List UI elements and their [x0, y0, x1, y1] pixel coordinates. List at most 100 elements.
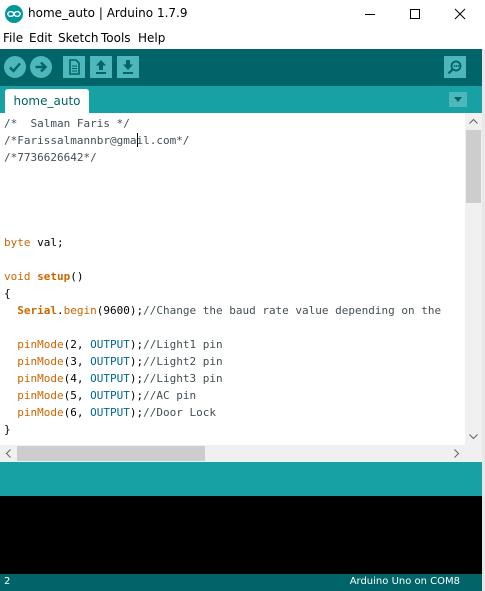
vertical-scroll-thumb[interactable] [466, 130, 481, 203]
code-token: ); [129, 338, 144, 351]
horizontal-scrollbar[interactable] [0, 445, 465, 462]
code-token: pinMode [17, 338, 64, 351]
code-token: void [4, 270, 31, 283]
open-button[interactable] [90, 56, 112, 78]
save-icon [123, 60, 133, 74]
text-cursor [137, 133, 138, 147]
code-token: pinMode [17, 389, 64, 402]
maximize-button[interactable] [392, 0, 438, 28]
code-line: /*7736626642*/ [4, 149, 97, 166]
close-icon [454, 8, 466, 20]
code-line: Serial.begin(9600);//Change the baud rat… [4, 302, 441, 319]
new-button[interactable] [63, 56, 85, 78]
console-output[interactable] [0, 496, 482, 574]
code-token: (2, [63, 338, 91, 351]
code-token: begin [63, 304, 97, 317]
code-token: pinMode [17, 406, 64, 419]
code-token: (3, [63, 355, 91, 368]
menu-edit[interactable]: Edit [29, 31, 52, 45]
title-bar: home_auto | Arduino 1.7.9 [0, 0, 485, 28]
save-button[interactable] [117, 56, 139, 78]
code-editor[interactable]: /* Salman Faris */ /*Farissalmannbr@gmail… [0, 113, 465, 445]
close-button[interactable] [437, 0, 483, 28]
window-title: home_auto | Arduino 1.7.9 [28, 6, 188, 20]
code-token: ); [129, 406, 144, 419]
code-token: //AC pin [143, 389, 197, 402]
tab-home-auto[interactable]: home_auto [5, 89, 89, 113]
menu-tools[interactable]: Tools [101, 31, 131, 45]
code-token: OUTPUT [90, 372, 130, 385]
code-token: /*Farissalmannbr@gmail.com*/ [4, 134, 190, 147]
code-token: val; [30, 236, 64, 249]
line-number: 2 [4, 576, 11, 587]
menu-file[interactable]: File [3, 31, 23, 45]
menu-sketch[interactable]: Sketch [58, 31, 98, 45]
code-line: byte val; [4, 234, 64, 251]
code-token: ); [129, 372, 144, 385]
code-token: pinMode [17, 372, 64, 385]
new-icon [69, 59, 80, 75]
chevron-down-icon [454, 97, 462, 102]
code-token: ); [129, 389, 144, 402]
code-token: //Change the baud rate value depending o… [143, 304, 442, 317]
status-bar [0, 462, 482, 496]
code-line: } [4, 421, 11, 438]
minimize-icon [365, 14, 375, 15]
code-token: pinMode [17, 355, 64, 368]
verify-icon [9, 62, 21, 73]
code-line: /* Salman Faris */ [4, 115, 130, 132]
code-token: OUTPUT [90, 338, 130, 351]
code-token: //Light3 pin [143, 372, 223, 385]
code-token: //Light2 pin [143, 355, 223, 368]
horizontal-scroll-thumb[interactable] [17, 446, 205, 461]
code-token: (9600); [96, 304, 144, 317]
code-token: . [57, 304, 64, 317]
scrollbar-corner [465, 445, 482, 462]
code-token: byte [4, 236, 31, 249]
code-token: { [4, 287, 11, 300]
code-line: pinMode(6, OUTPUT);//Door Lock [4, 404, 216, 421]
verify-button[interactable] [4, 56, 26, 78]
code-token: OUTPUT [90, 406, 130, 419]
scroll-down-icon[interactable] [465, 428, 482, 445]
code-token: /*7736626642*/ [4, 151, 97, 164]
code-line: void setup() [4, 268, 84, 285]
tab-bar: home_auto [0, 86, 485, 113]
code-token: setup [37, 270, 71, 283]
open-icon [96, 60, 106, 74]
code-token: OUTPUT [90, 389, 130, 402]
code-line: pinMode(3, OUTPUT);//Light2 pin [4, 353, 223, 370]
code-line: pinMode(2, OUTPUT);//Light1 pin [4, 336, 223, 353]
code-line: { [4, 285, 11, 302]
scroll-left-icon[interactable] [0, 445, 17, 462]
footer-bar: 2 Arduino Uno on COM8 [0, 574, 482, 591]
maximize-icon [410, 9, 420, 19]
scroll-up-icon[interactable] [465, 113, 482, 130]
code-token: () [70, 270, 84, 283]
code-token: (6, [63, 406, 91, 419]
toolbar [0, 49, 485, 86]
upload-button[interactable] [30, 56, 52, 78]
tab-menu-button[interactable] [449, 92, 467, 107]
arduino-logo-icon [5, 5, 23, 23]
serial-monitor-icon [447, 60, 462, 75]
menu-bar: File Edit Sketch Tools Help [0, 28, 485, 49]
code-line: pinMode(4, OUTPUT);//Light3 pin [4, 370, 223, 387]
menu-help[interactable]: Help [138, 31, 165, 45]
serial-monitor-button[interactable] [444, 56, 466, 78]
minimize-button[interactable] [347, 0, 393, 28]
code-line: /*Farissalmannbr@gmail.com*/ [4, 132, 189, 149]
vertical-scrollbar[interactable] [465, 113, 482, 445]
code-token: //Light1 pin [143, 338, 223, 351]
code-token: (5, [63, 389, 91, 402]
upload-icon [35, 61, 48, 73]
code-line: pinMode(5, OUTPUT);//AC pin [4, 387, 196, 404]
scroll-right-icon[interactable] [448, 445, 465, 462]
code-token: ); [129, 355, 144, 368]
